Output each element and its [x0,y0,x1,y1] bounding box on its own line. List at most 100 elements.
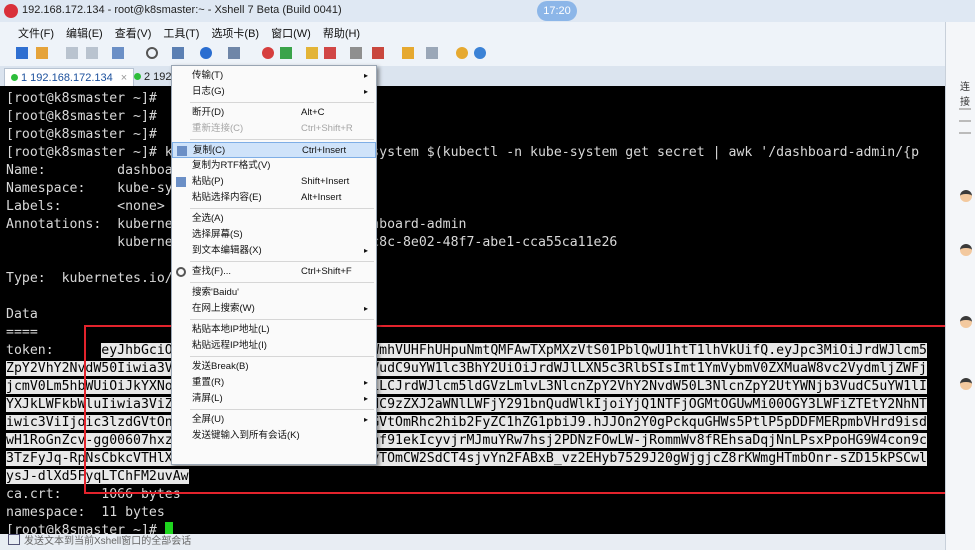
menu-separator [190,282,374,283]
window-title: 192.168.172.134 - root@k8smaster:~ - Xsh… [22,4,342,16]
token-line: YXJkLWFkbWluIiwia3ViZ b3VudC9zZXJ2aWNlLW… [6,396,927,414]
chat-icon[interactable] [474,47,486,59]
avatar-icon[interactable] [960,244,972,256]
script-icon[interactable] [280,47,292,59]
token-line: ysJ-dlXd5FyqLTChFM2uvAw [6,468,189,486]
toolbar [0,42,945,67]
fullscreen-icon[interactable] [306,47,318,59]
token-line: jcmV0Lm5hbWUiOiJkYXNo 3NGIiLCJrdWJlcm5ld… [6,378,927,396]
menu-tabs[interactable]: 选项卡(B) [205,22,265,41]
terminal-line: namespace: 11 bytes [6,505,165,520]
terminal[interactable]: [root@k8smaster ~]# [root@k8smaster ~]# … [0,86,945,534]
tab-label: 2 192. [144,71,175,83]
status-bar: 发送文本到当前Xshell窗口的全部会话 [0,534,945,550]
menu-item-16[interactable]: 查找(F)... Ctrl+Shift+F [172,264,376,280]
menu-item-28[interactable]: 全屏(U) ▸ [172,412,376,428]
avatar-icon[interactable] [960,378,972,390]
menu-file[interactable]: 文件(F) [0,22,60,41]
token-line: ZpY2VhY2NvdW50Iiwia3V Njb3VudC9uYW1lc3Bh… [6,360,927,378]
terminal-line: [root@k8smaster ~]# [6,127,157,142]
menu-edit[interactable]: 编辑(E) [60,22,109,41]
menu-item-29[interactable]: 发送键输入到所有会话(K) [172,428,376,444]
copy-icon [177,146,187,156]
menu-item-label: 搜索'Baidu' [192,287,239,298]
properties-icon[interactable] [112,47,124,59]
globe-icon[interactable] [200,47,212,59]
menu-item-5[interactable]: 重新连接(C) Ctrl+Shift+R [172,121,376,137]
menu-item-7[interactable]: 复制(C) Ctrl+Insert [172,142,376,158]
tab-session-1[interactable]: 1 192.168.172.134 × [4,68,135,87]
search-icon[interactable] [146,47,158,59]
menu-item-label: 到文本编辑器(X) [192,245,262,256]
menu-separator [190,356,374,357]
menu-separator [190,208,374,209]
send-keys-icon [8,534,20,545]
selected-token-text: ZpY2VhY2NvdW50Iiwia3V Njb3VudC9uYW1lc3Bh… [6,361,927,376]
tab-label: 1 192.168.172.134 [21,72,113,84]
terminal-line: Name: dashboa [6,163,173,178]
reconnect-icon[interactable] [86,47,98,59]
close-icon[interactable]: × [121,72,127,84]
menu-item-label: 粘贴远程IP地址(I) [192,340,267,351]
token-label: token: [6,343,102,358]
menu-window[interactable]: 窗口(W) [265,22,317,41]
terminal-cursor [164,522,173,534]
new-session-icon[interactable] [16,47,28,59]
menu-item-label: 日志(G) [192,86,225,97]
menu-item-14[interactable]: 到文本编辑器(X) ▸ [172,243,376,259]
menu-item-4[interactable]: 断开(D) Alt+C [172,105,376,121]
search-icon [176,267,186,277]
highlight-icon[interactable] [372,47,384,59]
menu-item-8[interactable]: 复制为RTF格式(V) [172,158,376,174]
right-side-pane: 连接 [945,22,975,550]
menu-item-21[interactable]: 粘贴本地IP地址(L) [172,322,376,338]
menu-item-25[interactable]: 重置(R) ▸ [172,375,376,391]
menu-item-shortcut: Ctrl+Insert [302,145,347,156]
submenu-arrow-icon: ▸ [364,378,369,387]
menu-item-18[interactable]: 搜索'Baidu' [172,285,376,301]
menu-help[interactable]: 帮助(H) [317,22,366,41]
selected-token-text: jcmV0Lm5hbWUiOiJkYXNo 3NGIiLCJrdWJlcm5ld… [6,379,927,394]
font-icon[interactable] [228,47,240,59]
menu-item-10[interactable]: 粘贴选择内容(E) Alt+Insert [172,190,376,206]
context-menu: 传输(T) ▸ 日志(G) ▸ 断开(D) Alt+C 重新连接(C) Ctrl+Shift+… [171,65,377,465]
avatar-icon[interactable] [960,190,972,202]
connected-dot-icon [11,74,18,81]
connected-dot-icon [134,73,141,80]
compose-icon[interactable] [402,47,414,59]
menu-item-label: 传输(T) [192,70,224,81]
submenu-arrow-icon: ▸ [364,415,369,424]
menu-item-2[interactable]: 日志(G) ▸ [172,84,376,100]
lock-icon[interactable] [324,47,336,59]
avatar-icon[interactable] [960,316,972,328]
menu-item-24[interactable]: 发送Break(B) [172,359,376,375]
menu-item-label: 复制为RTF格式(V) [192,160,271,171]
submenu-arrow-icon: ▸ [364,394,369,403]
menu-tools[interactable]: 工具(T) [157,22,205,41]
menu-item-19[interactable]: 在网上搜索(W) ▸ [172,301,376,317]
menu-item-9[interactable]: 粘贴(P) Shift+Insert [172,174,376,190]
keyboard-icon[interactable] [350,47,362,59]
layout-icon[interactable] [426,47,438,59]
selected-token-text: YXJkLWFkbWluIiwia3ViZ b3VudC9zZXJ2aWNlLW… [6,397,927,412]
selected-token-text: 3TzFyJq-RpNsCbkcVTHlX tufSyTOmCW2SdCT4sj… [6,451,927,466]
help-icon[interactable] [456,47,468,59]
menu-item-label: 重新连接(C) [192,123,244,134]
menu-item-22[interactable]: 粘贴远程IP地址(I) [172,338,376,354]
menu-item-1[interactable]: 传输(T) ▸ [172,68,376,84]
menu-item-13[interactable]: 选择屏幕(S) [172,227,376,243]
terminal-line: Data [6,307,38,322]
xftp-icon[interactable] [262,47,274,59]
open-folder-icon[interactable] [36,47,48,59]
menu-item-26[interactable]: 清屏(L) ▸ [172,391,376,407]
status-text: 发送文本到当前Xshell窗口的全部会话 [24,536,192,547]
menu-item-12[interactable]: 全选(A) [172,211,376,227]
menu-item-shortcut: Shift+Insert [301,176,350,187]
menu-item-label: 在网上搜索(W) [192,303,255,314]
disconnect-icon[interactable] [66,47,78,59]
token-line: token: eyJhbGciO ZDVoWmhVUHFhUHpuNmtQMFA… [6,342,927,360]
menu-view[interactable]: 查看(V) [109,22,158,41]
copy-icon[interactable] [172,47,184,59]
clock-badge: 17:20 [537,1,577,21]
prompt-text: [root@k8smaster ~]# [6,523,165,534]
